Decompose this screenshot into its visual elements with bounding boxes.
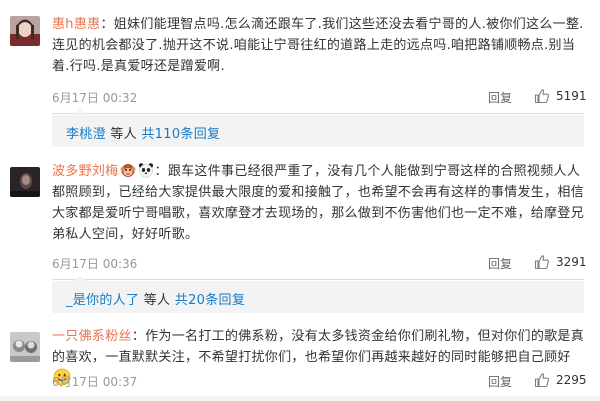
comment-meta: 6月17日 00:37 回复 2295 — [52, 372, 587, 391]
monkey-face-emoji-icon — [120, 162, 136, 178]
sub-reply-arrow — [74, 275, 86, 281]
sub-reply-box[interactable]: _是你的人了 等人 共20条回复 — [52, 275, 584, 313]
avatar[interactable] — [10, 167, 40, 197]
comment-time: 6月17日 00:37 — [52, 375, 138, 389]
sub-reply-box[interactable]: 李桃澄 等人 共110条回复 — [52, 109, 584, 147]
comment-time: 6月17日 00:36 — [52, 257, 138, 271]
like-count: 2295 — [556, 373, 587, 387]
sub-reply-mid: 等人 — [139, 293, 175, 308]
comment-meta: 6月17日 00:36 回复 3291 — [52, 254, 587, 273]
reply-button[interactable]: 回复 — [488, 89, 512, 106]
avatar[interactable] — [10, 332, 40, 362]
like-icon[interactable] — [534, 88, 550, 104]
sub-reply-more-link[interactable]: 共110条回复 — [141, 127, 220, 142]
like-count: 5191 — [556, 89, 587, 103]
reply-button[interactable]: 回复 — [488, 255, 512, 272]
comment-username[interactable]: 惠h惠惠 — [52, 17, 100, 32]
comment-body: ：姐妹们能理智点吗.怎么滴还跟车了.我们这些还没去看宁哥的人.被你们这么一整.连… — [52, 17, 584, 74]
sub-reply-user[interactable]: 李桃澄 — [66, 127, 106, 142]
panda-face-emoji-icon — [138, 162, 154, 178]
comment-text: 波多野刘梅 ：跟车这件事已经很严重了，没有几个人能做到宁哥这样的合照视频人人都照顾… — [52, 161, 584, 245]
comment-username[interactable]: 一只佛系粉丝 — [52, 329, 132, 344]
avatar[interactable] — [10, 16, 40, 46]
like-icon[interactable] — [534, 254, 550, 270]
like-icon[interactable] — [534, 372, 550, 388]
sub-reply-mid: 等人 — [105, 127, 142, 142]
divider — [52, 113, 584, 114]
reply-button[interactable]: 回复 — [488, 373, 512, 390]
like-count: 3291 — [556, 255, 587, 269]
sub-reply-text: _是你的人了 等人 共20条回复 — [66, 289, 245, 308]
comment-meta: 6月17日 00:32 回复 5191 — [52, 88, 587, 107]
comment-username[interactable]: 波多野刘梅 — [52, 164, 119, 179]
sub-reply-more-link[interactable]: 共20条回复 — [175, 293, 245, 308]
sub-reply-text: 李桃澄 等人 共110条回复 — [66, 123, 220, 142]
comment-time: 6月17日 00:32 — [52, 91, 138, 105]
divider — [52, 279, 584, 280]
bottom-separator — [0, 396, 600, 401]
comment-text: 惠h惠惠：姐妹们能理智点吗.怎么滴还跟车了.我们这些还没去看宁哥的人.被你们这么… — [52, 14, 584, 77]
comment-item: 一只佛系粉丝：作为一名打工的佛系粉，没有太多钱资金给你们刷礼物，但对你们的歌是真… — [0, 318, 600, 398]
comment-body: ：作为一名打工的佛系粉，没有太多钱资金给你们刷礼物，但对你们的歌是真的喜欢，一直… — [52, 329, 585, 365]
sub-reply-user[interactable]: _是你的人了 — [66, 293, 139, 308]
sub-reply-arrow — [74, 109, 86, 115]
